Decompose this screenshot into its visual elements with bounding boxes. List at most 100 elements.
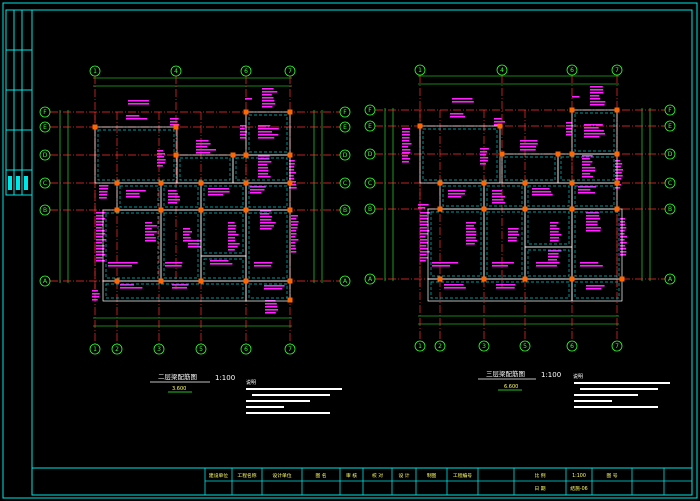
column	[287, 152, 293, 158]
rebar-note	[520, 146, 537, 148]
rebar-note	[145, 222, 153, 224]
rebar-note	[402, 146, 409, 148]
grid-bubble-bottom-label: 7	[288, 346, 292, 353]
grid-bubble-top-label: 7	[615, 67, 619, 74]
rebar-note	[550, 237, 560, 239]
rebar-note	[494, 121, 506, 123]
beam-outline	[439, 182, 485, 210]
column	[243, 207, 249, 213]
rebar-note	[444, 287, 466, 289]
rebar-note	[250, 192, 262, 194]
rebar-note	[126, 190, 146, 192]
rebar-note	[228, 231, 236, 233]
rebar-note	[582, 164, 591, 166]
beam-outline	[160, 209, 202, 282]
rebar-note	[466, 228, 476, 230]
rebar-note	[188, 240, 202, 242]
rebar-note	[126, 196, 140, 198]
rebar-note	[120, 287, 143, 289]
rebar-note	[264, 285, 285, 287]
title-block-label: 校 对	[372, 472, 383, 479]
grid-bubble-left-label: F	[368, 107, 372, 114]
column	[243, 278, 249, 284]
rebar-note	[196, 149, 216, 151]
rebar-note	[168, 202, 178, 204]
beam-outline	[571, 109, 618, 155]
column	[497, 123, 503, 129]
beam-dashed	[179, 157, 231, 181]
rebar-note	[586, 218, 601, 220]
rebar-note	[586, 227, 601, 229]
rebar-note	[620, 227, 627, 229]
rebar-note	[520, 143, 538, 145]
rebar-note	[615, 160, 621, 162]
rebar-note	[508, 234, 519, 236]
rebar-note	[566, 131, 573, 133]
grid-bubble-top-label: 6	[244, 68, 248, 75]
rebar-note	[92, 290, 98, 292]
grid-bubble-top-label: 7	[288, 68, 292, 75]
rebar-note	[584, 130, 604, 132]
rebar-note	[258, 128, 279, 130]
rebar-note	[262, 88, 274, 90]
column	[92, 124, 98, 130]
grid-bubble-top-label: 1	[93, 68, 97, 75]
rebar-note	[126, 115, 140, 117]
title-block-label: 制图	[427, 472, 437, 479]
rebar-note	[291, 224, 298, 226]
rebar-note	[550, 225, 557, 227]
column	[417, 123, 423, 129]
caption-left-scale: 1:100	[215, 374, 235, 382]
rebar-note	[402, 131, 410, 133]
rebar-note	[262, 103, 276, 105]
grid-bubble-top-label: 6	[570, 67, 574, 74]
rebar-note	[145, 228, 152, 230]
rebar-note	[196, 146, 208, 148]
rebar-note	[496, 284, 516, 286]
grid-bubble-left-label: A	[368, 276, 373, 283]
title-block: 建设单位 工程名称 设计单位 图 名 审 核 校 对 设 计 制图 工程编号 比 例日 期 1:10…	[31, 467, 693, 496]
grid-bubble-bottom-label: 6	[570, 343, 574, 350]
column	[243, 180, 249, 186]
rebar-note	[145, 234, 155, 236]
beam-dashed	[248, 114, 288, 153]
rebar-note	[586, 230, 601, 232]
rebar-note	[572, 96, 580, 98]
rebar-note	[96, 236, 103, 238]
column	[287, 109, 293, 115]
beams	[94, 111, 291, 302]
rebar-note	[402, 140, 410, 142]
grid-bubble-right-label: F	[343, 109, 347, 116]
rebar-note	[466, 243, 475, 245]
rebar-note	[508, 228, 519, 230]
column	[287, 180, 293, 186]
rebar-note	[145, 240, 156, 242]
rebar-note	[228, 222, 235, 224]
rebar-note	[108, 262, 138, 264]
rebar-note	[536, 265, 557, 267]
rebar-note	[550, 231, 559, 233]
rebar-note	[291, 251, 297, 253]
rebar-note	[157, 153, 165, 155]
rebar-note	[260, 219, 272, 221]
rebar-note	[548, 253, 559, 255]
column	[230, 152, 236, 158]
rebar-note	[128, 103, 150, 105]
rebar-note	[254, 262, 273, 264]
column	[437, 276, 443, 282]
column	[198, 278, 204, 284]
rebar-note	[262, 106, 273, 108]
rebar-note	[420, 239, 428, 241]
rebar-note	[508, 237, 517, 239]
rebar-note	[584, 127, 599, 129]
rebar-note	[580, 265, 603, 267]
rebar-note	[420, 245, 427, 247]
rebar-note	[96, 224, 104, 226]
grid-bubble-bottom-label: 2	[438, 343, 442, 350]
rebar-note	[582, 161, 593, 163]
column	[198, 207, 204, 213]
rebar-note	[245, 98, 252, 100]
rebar-note	[145, 225, 157, 227]
rebar-note	[228, 237, 236, 239]
rebar-note	[291, 218, 297, 220]
